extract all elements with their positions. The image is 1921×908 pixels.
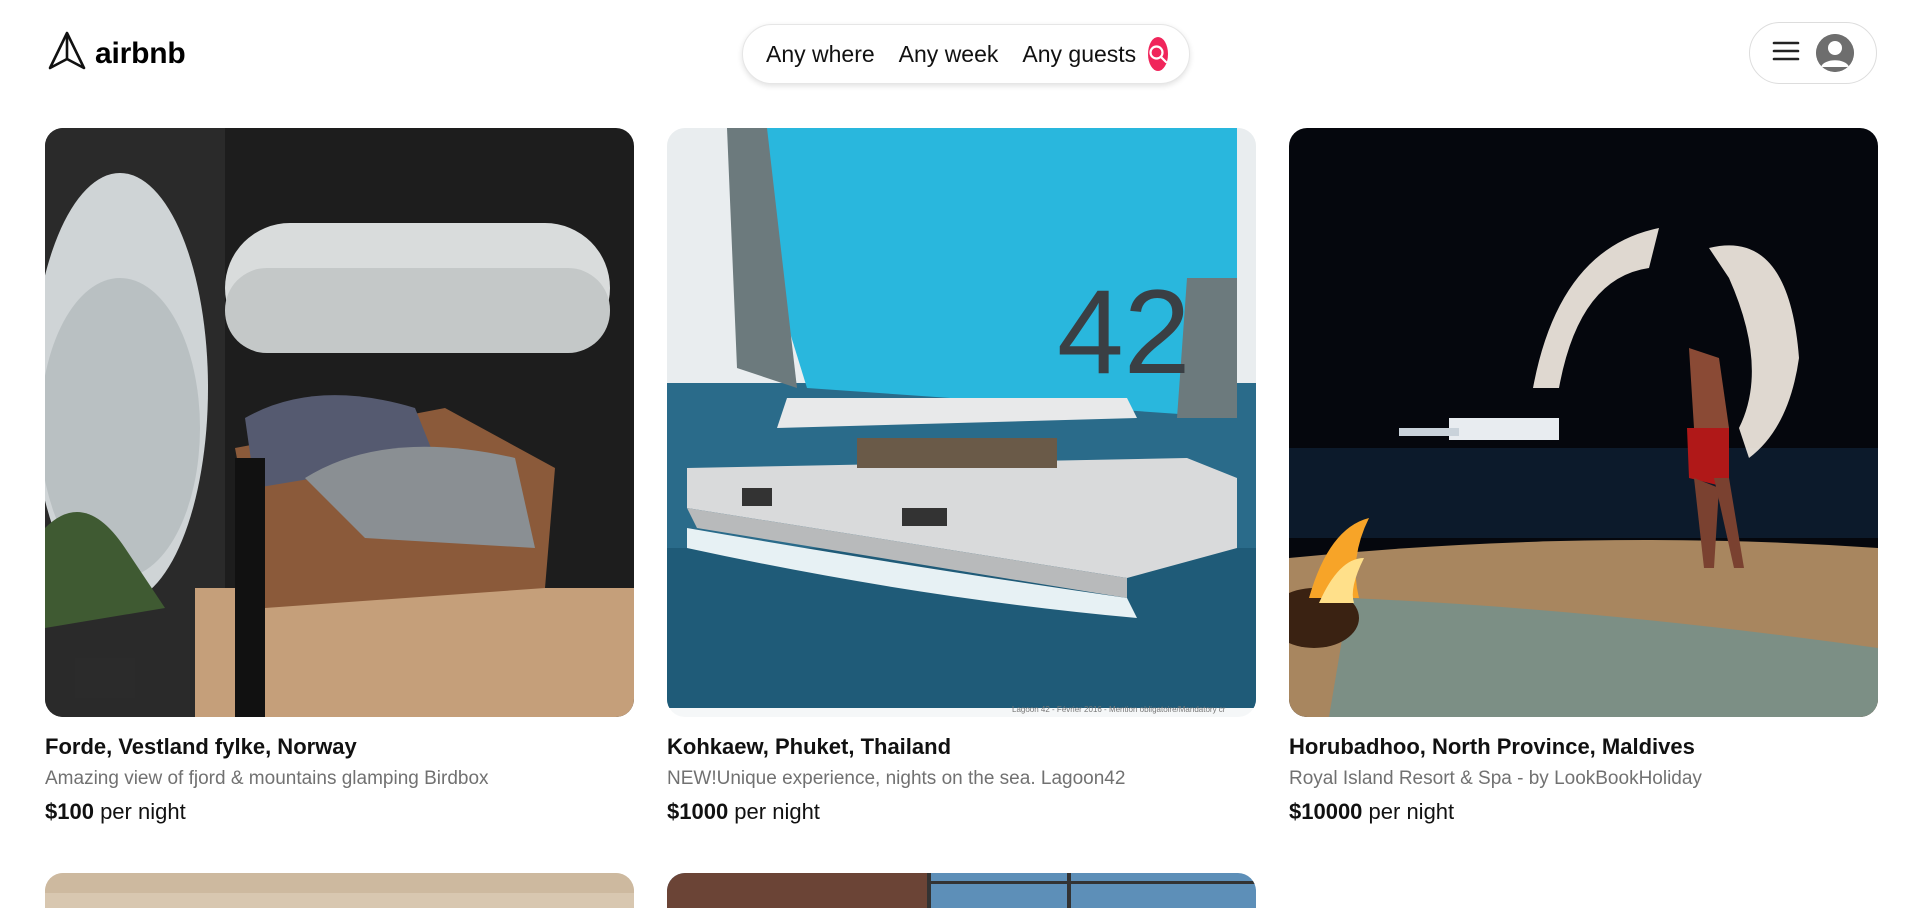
listing-photo[interactable]	[45, 873, 634, 908]
listing-price: $10000 per night	[1289, 799, 1878, 825]
price-amount: $100	[45, 799, 94, 824]
search-when[interactable]: Any week	[887, 41, 1011, 68]
listing-photo[interactable]	[45, 128, 634, 717]
hamburger-icon	[1772, 40, 1800, 67]
listing-card[interactable]: Horubadhoo, North Province, Maldives Roy…	[1289, 128, 1878, 825]
listing-description: Royal Island Resort & Spa - by LookBookH…	[1289, 768, 1702, 789]
listing-price: $1000 per night	[667, 799, 1256, 825]
search-where[interactable]: Any where	[766, 41, 887, 68]
listing-photo[interactable]: 42 Lagoon 42 - Février 2016 - Mention ob…	[667, 128, 1256, 717]
user-avatar-icon	[1816, 34, 1854, 72]
paper-plane-logo-icon	[47, 30, 87, 77]
user-menu-button[interactable]	[1749, 22, 1877, 84]
listing-location: Forde, Vestland fylke, Norway	[45, 734, 357, 759]
listing-card[interactable]	[667, 873, 1256, 908]
brand-logo[interactable]: airbnb	[47, 30, 186, 77]
search-button[interactable]	[1148, 37, 1169, 71]
price-suffix: per night	[1362, 799, 1455, 824]
listing-photo[interactable]	[667, 873, 1256, 908]
top-nav: airbnb Any where Any week Any guests	[0, 0, 1921, 104]
brand-name: airbnb	[95, 36, 186, 70]
photo-credit: Lagoon 42 - Février 2016 - Mention oblig…	[1012, 705, 1226, 714]
price-suffix: per night	[93, 799, 186, 824]
listing-location: Horubadhoo, North Province, Maldives	[1289, 734, 1695, 759]
listing-description: NEW!Unique experience, nights on the sea…	[667, 768, 1126, 789]
listing-card[interactable]: 42 Lagoon 42 - Février 2016 - Mention ob…	[667, 128, 1256, 825]
listing-card[interactable]	[45, 873, 634, 908]
listing-price: $100 per night	[45, 799, 634, 825]
price-amount: $1000	[667, 799, 729, 824]
listing-location: Kohkaew, Phuket, Thailand	[667, 734, 952, 759]
listing-card[interactable]: Forde, Vestland fylke, Norway Amazing vi…	[45, 128, 634, 825]
search-bar[interactable]: Any where Any week Any guests	[742, 24, 1190, 84]
price-amount: $10000	[1289, 799, 1363, 824]
search-icon	[1149, 45, 1168, 64]
price-suffix: per night	[728, 799, 820, 824]
search-who[interactable]: Any guests	[1010, 41, 1148, 68]
listing-photo[interactable]	[1289, 128, 1878, 717]
listing-description: Amazing view of fjord & mountains glampi…	[45, 768, 489, 789]
sail-number: 42	[1057, 265, 1190, 399]
